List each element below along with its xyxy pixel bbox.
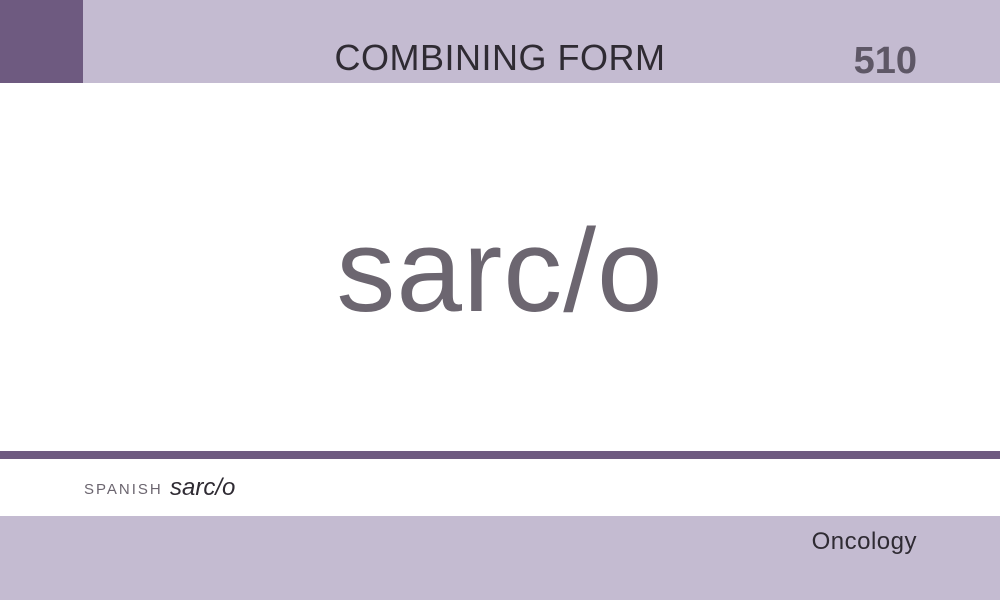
translation-language-label: SPANISH: [84, 481, 163, 498]
card-number: 510: [853, 40, 917, 82]
flashcard: COMBINING FORM 510 sarc/o SPANISH sarc/o…: [0, 0, 1000, 600]
translation-term: sarc/o: [170, 474, 236, 501]
card-type-heading: COMBINING FORM: [334, 37, 666, 78]
main-term: sarc/o: [336, 205, 664, 337]
divider-bar: [0, 451, 1000, 459]
category-label: Oncology: [811, 528, 917, 555]
translation-row: SPANISH sarc/o: [0, 459, 1000, 516]
